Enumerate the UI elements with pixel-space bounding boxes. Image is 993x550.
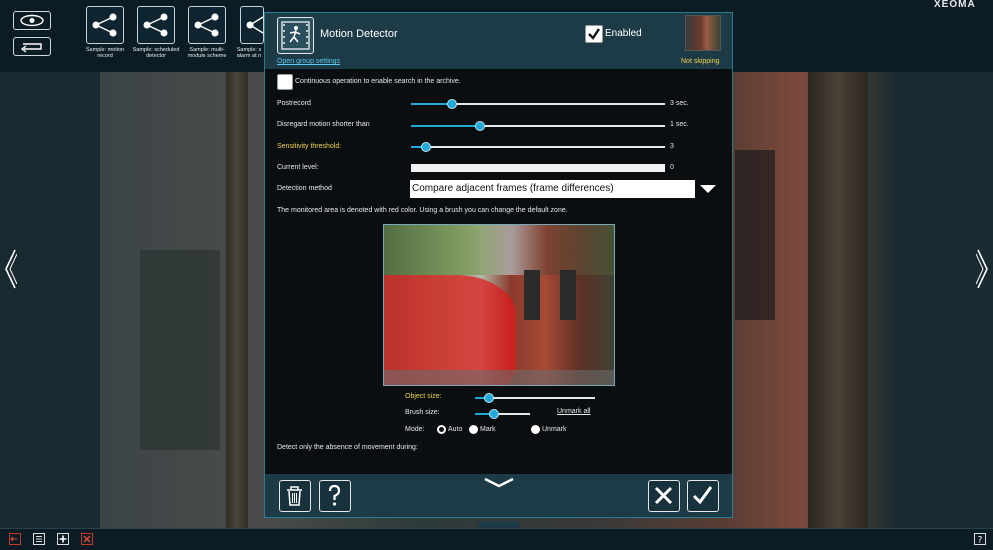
- tree-trunk-right: [808, 72, 868, 528]
- eye-view-button[interactable]: [13, 11, 51, 30]
- continuous-operation-checkbox[interactable]: [277, 74, 293, 90]
- trash-icon: [287, 486, 302, 506]
- scene-window: [524, 270, 540, 320]
- chevron-right-icon[interactable]: [976, 248, 990, 290]
- return-arrow-icon: [20, 43, 42, 53]
- nodes-scheme-icon: [92, 13, 117, 37]
- sample-label: Sample: motion record: [85, 47, 125, 59]
- current-level-value: 0: [670, 164, 674, 171]
- bottom-toolbar: [0, 528, 993, 550]
- sample-label: Sample: s alarm at n: [236, 47, 262, 59]
- monitored-area-hint: The monitored area is denoted with red c…: [277, 207, 568, 214]
- object-size-label: Object size:: [405, 393, 442, 400]
- mode-auto-label: Auto: [448, 426, 463, 433]
- scene-sidewalk: [384, 370, 614, 385]
- sensitivity-threshold-slider[interactable]: [411, 142, 665, 152]
- chevron-left-icon[interactable]: [3, 248, 17, 290]
- slider-knob[interactable]: [474, 121, 485, 131]
- eye-icon: [20, 14, 44, 27]
- mode-unmark-label: Unmark: [542, 426, 567, 433]
- mode-auto-radio[interactable]: [437, 425, 446, 434]
- cancel-button[interactable]: [648, 480, 680, 512]
- unmark-all-link[interactable]: Unmark all: [557, 408, 590, 415]
- slider-fill: [411, 125, 480, 127]
- continuous-operation-label: Continuous operation to enable search in…: [295, 78, 461, 85]
- close-icon: [654, 486, 673, 505]
- help-icon[interactable]: ?: [974, 533, 986, 545]
- sample-multi-module-scheme-button[interactable]: [188, 6, 226, 44]
- current-level-label: Current level:: [277, 164, 319, 171]
- enabled-label: Enabled: [605, 28, 642, 39]
- disregard-motion-label: Disregard motion shorter than: [277, 121, 370, 128]
- mode-label: Mode:: [405, 426, 425, 433]
- slider-fill: [411, 103, 452, 105]
- scene-treetops: [384, 225, 614, 275]
- postrecord-value: 3 sec.: [670, 100, 689, 107]
- checkmark-icon: [692, 486, 713, 505]
- open-group-settings-link[interactable]: Open group settings: [277, 58, 340, 65]
- motion-detector-dialog: Motion Detector Open group settings Enab…: [264, 12, 733, 518]
- nodes-scheme-icon: [143, 13, 168, 37]
- absence-of-movement-label: Detect only the absence of movement duri…: [277, 444, 418, 451]
- preview-status-label: Not skipping: [681, 58, 720, 65]
- background-window: [735, 150, 775, 320]
- slider-knob[interactable]: [484, 393, 495, 403]
- sample-scheduled-detector-button[interactable]: [137, 6, 175, 44]
- postrecord-label: Postrecord: [277, 100, 311, 107]
- help-button[interactable]: [319, 480, 351, 512]
- camera-preview-thumbnail: [685, 15, 721, 51]
- nodes-scheme-icon: [246, 16, 264, 34]
- brush-size-label: Brush size:: [405, 409, 440, 416]
- scene-window: [560, 270, 576, 320]
- brush-size-slider[interactable]: [475, 409, 530, 419]
- mode-mark-label: Mark: [480, 426, 496, 433]
- disregard-motion-slider[interactable]: [411, 121, 665, 131]
- exit-icon[interactable]: [9, 533, 21, 545]
- back-button[interactable]: [13, 37, 51, 56]
- tree-trunk-left: [226, 72, 248, 528]
- slider-knob[interactable]: [421, 142, 432, 152]
- checkmark-icon: [588, 28, 600, 40]
- delete-icon[interactable]: [81, 533, 93, 545]
- sample-label: Sample: scheduled detector: [132, 47, 180, 59]
- disregard-motion-value: 1 sec.: [670, 121, 689, 128]
- mode-unmark-radio[interactable]: [531, 425, 540, 434]
- motion-detector-module-icon: [277, 17, 314, 54]
- list-icon[interactable]: [33, 533, 45, 545]
- xeoma-logo: XEOMA: [934, 0, 976, 10]
- dropdown-arrow-icon[interactable]: [700, 185, 716, 193]
- current-level-bar: [411, 164, 665, 172]
- sensitivity-threshold-label: Sensitivity threshold:: [277, 143, 342, 150]
- svg-text:?: ?: [978, 536, 983, 546]
- sample-label: Sample: multi-module scheme: [187, 47, 227, 59]
- sample-alarm-button[interactable]: [240, 6, 264, 44]
- bottom-panel-tab[interactable]: [478, 521, 520, 528]
- mode-mark-radio[interactable]: [469, 425, 478, 434]
- postrecord-slider[interactable]: [411, 99, 665, 109]
- dialog-title: Motion Detector: [320, 28, 398, 40]
- chevron-down-icon[interactable]: [483, 477, 515, 489]
- running-man-film-icon: [281, 21, 310, 50]
- delete-module-button[interactable]: [279, 480, 311, 512]
- sensitivity-threshold-value: 3: [670, 143, 674, 150]
- nodes-scheme-icon: [194, 13, 219, 37]
- slider-knob[interactable]: [446, 99, 457, 109]
- detection-method-label: Detection method: [277, 185, 332, 192]
- object-size-slider[interactable]: [475, 393, 595, 403]
- detection-method-select[interactable]: Compare adjacent frames (frame differenc…: [410, 180, 695, 198]
- detection-zone-editor[interactable]: [383, 224, 615, 386]
- enabled-checkbox[interactable]: [585, 25, 603, 43]
- ok-button[interactable]: [687, 480, 719, 512]
- question-mark-icon: [328, 484, 341, 506]
- slider-knob[interactable]: [489, 409, 500, 419]
- add-icon[interactable]: [57, 533, 69, 545]
- sample-motion-record-button[interactable]: [86, 6, 124, 44]
- background-doorway: [140, 250, 220, 450]
